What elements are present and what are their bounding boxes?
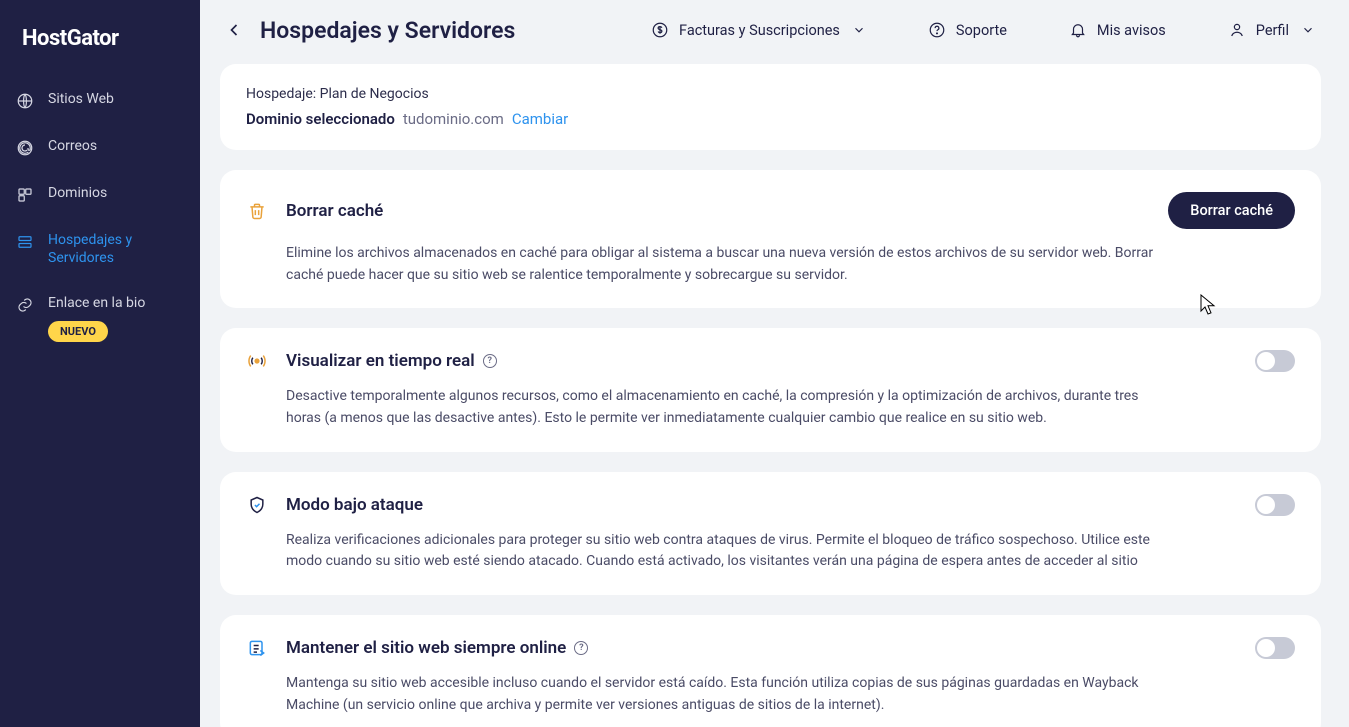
chevron-down-icon [1301, 23, 1315, 37]
clear-cache-desc: Elimine los archivos almacenados en cach… [246, 243, 1166, 286]
sidebar-item-sitios-web[interactable]: Sitios Web [0, 77, 200, 124]
clear-cache-title: Borrar caché [286, 201, 383, 221]
server-icon [16, 233, 34, 251]
header-link-label: Mis avisos [1097, 22, 1166, 39]
sidebar-nav: Sitios Web Correos Dominios Hospedajes y… [0, 77, 200, 356]
hosting-info-card: Hospedaje: Plan de Negocios Dominio sele… [220, 64, 1321, 150]
new-badge: NUEVO [48, 321, 108, 343]
sidebar-item-label: Correos [48, 138, 97, 156]
hosting-plan: Plan de Negocios [320, 86, 429, 102]
help-icon[interactable]: ? [483, 354, 497, 368]
selected-domain-label: Dominio seleccionado [246, 110, 395, 128]
broadcast-icon [246, 350, 268, 372]
selected-domain-value: tudominio.com [403, 110, 504, 128]
hosting-label: Hospedaje: [246, 86, 316, 102]
back-button[interactable] [220, 16, 248, 44]
under-attack-desc: Realiza verificaciones adicionales para … [246, 530, 1166, 573]
sidebar: HostGator Sitios Web Correos Dominios Ho… [0, 0, 200, 727]
profile-link[interactable]: Perfil [1222, 17, 1321, 43]
globe-icon [16, 92, 34, 110]
sidebar-item-label: Sitios Web [48, 91, 114, 109]
chevron-down-icon [852, 23, 866, 37]
always-online-desc: Mantenga su sitio web accesible incluso … [246, 673, 1166, 716]
bell-icon [1069, 21, 1087, 39]
header-link-label: Soporte [956, 22, 1007, 39]
help-icon[interactable]: ? [574, 641, 588, 655]
always-online-title: Mantener el sitio web siempre online [286, 638, 566, 658]
help-circle-icon [928, 21, 946, 39]
sidebar-item-enlace-bio[interactable]: Enlace en la bio NUEVO [0, 281, 200, 356]
sidebar-item-dominios[interactable]: Dominios [0, 171, 200, 218]
sidebar-item-hospedajes[interactable]: Hospedajes y Servidores [0, 218, 200, 281]
mail-icon [16, 139, 34, 157]
dollar-icon [651, 21, 669, 39]
page-title: Hospedajes y Servidores [260, 17, 515, 44]
clear-cache-button[interactable]: Borrar caché [1168, 192, 1295, 229]
always-online-card: Mantener el sitio web siempre online ? M… [220, 615, 1321, 727]
realtime-toggle[interactable] [1255, 350, 1295, 372]
billing-link[interactable]: Facturas y Suscripciones [645, 17, 872, 43]
brand-logo: HostGator [0, 14, 200, 77]
link-icon [16, 296, 34, 314]
user-icon [1228, 21, 1246, 39]
main-content: Hospedajes y Servidores Facturas y Suscr… [200, 0, 1349, 727]
under-attack-toggle[interactable] [1255, 494, 1295, 516]
trash-icon [246, 200, 268, 222]
notices-link[interactable]: Mis avisos [1063, 17, 1172, 43]
domains-icon [16, 186, 34, 204]
sidebar-item-label: Dominios [48, 185, 107, 203]
clear-cache-card: Borrar caché Borrar caché Elimine los ar… [220, 170, 1321, 308]
sidebar-item-label: Enlace en la bio [48, 295, 145, 313]
under-attack-card: Modo bajo ataque Realiza verificaciones … [220, 472, 1321, 595]
shield-icon [246, 494, 268, 516]
realtime-card: Visualizar en tiempo real ? Desactive te… [220, 328, 1321, 451]
always-online-toggle[interactable] [1255, 637, 1295, 659]
header: Hospedajes y Servidores Facturas y Suscr… [200, 0, 1349, 64]
sidebar-item-correos[interactable]: Correos [0, 124, 200, 171]
header-link-label: Facturas y Suscripciones [679, 22, 840, 39]
change-domain-link[interactable]: Cambiar [512, 110, 568, 128]
support-link[interactable]: Soporte [922, 17, 1013, 43]
uptime-icon [246, 637, 268, 659]
header-link-label: Perfil [1256, 22, 1289, 39]
under-attack-title: Modo bajo ataque [286, 495, 423, 515]
sidebar-item-label: Hospedajes y Servidores [48, 232, 184, 267]
realtime-desc: Desactive temporalmente algunos recursos… [246, 386, 1166, 429]
realtime-title: Visualizar en tiempo real [286, 351, 475, 371]
